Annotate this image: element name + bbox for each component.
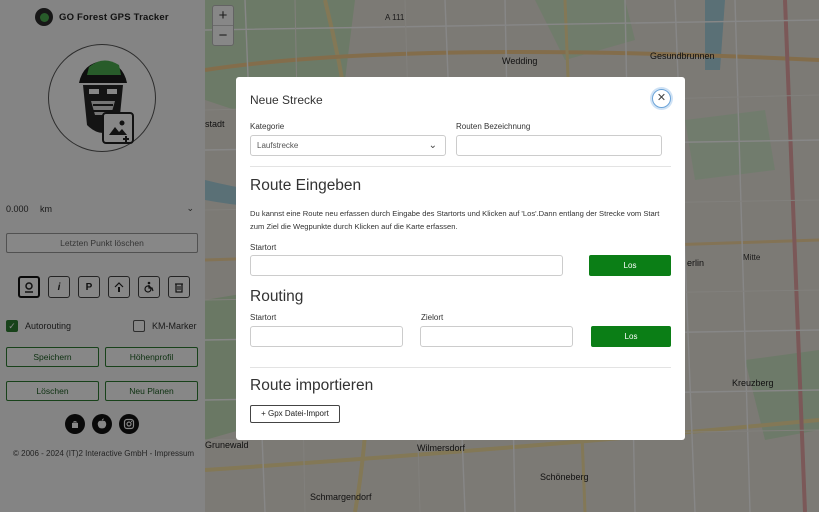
section-title-routing: Routing: [250, 288, 304, 305]
divider: [250, 166, 671, 167]
category-select[interactable]: Laufstrecke ⌄: [250, 135, 446, 156]
section-title-import-route: Route importieren: [250, 377, 374, 394]
routing-go-button[interactable]: Los: [591, 326, 671, 347]
start-input[interactable]: [250, 255, 563, 276]
route-name-label: Routen Bezeichnung: [456, 122, 531, 131]
routing-destination-input[interactable]: [420, 326, 573, 347]
new-route-dialog: Neue Strecke ✕ Kategorie Laufstrecke ⌄ R…: [236, 77, 685, 440]
divider: [250, 367, 671, 368]
routing-start-input[interactable]: [250, 326, 403, 347]
section-title-enter-route: Route Eingeben: [250, 177, 362, 194]
routing-start-label: Startort: [250, 313, 277, 322]
close-icon[interactable]: ✕: [652, 89, 671, 108]
route-name-input[interactable]: [456, 135, 662, 156]
routing-destination-label: Zielort: [421, 313, 444, 322]
chevron-down-icon: ⌄: [428, 140, 437, 151]
category-label: Kategorie: [250, 122, 285, 131]
go-button[interactable]: Los: [589, 255, 671, 276]
start-label: Startort: [250, 243, 277, 252]
category-value: Laufstrecke: [257, 141, 299, 150]
route-description: Du kannst eine Route neu erfassen durch …: [250, 209, 660, 231]
dialog-title: Neue Strecke: [250, 93, 323, 107]
gpx-import-button[interactable]: + Gpx Datei-Import: [250, 405, 340, 423]
